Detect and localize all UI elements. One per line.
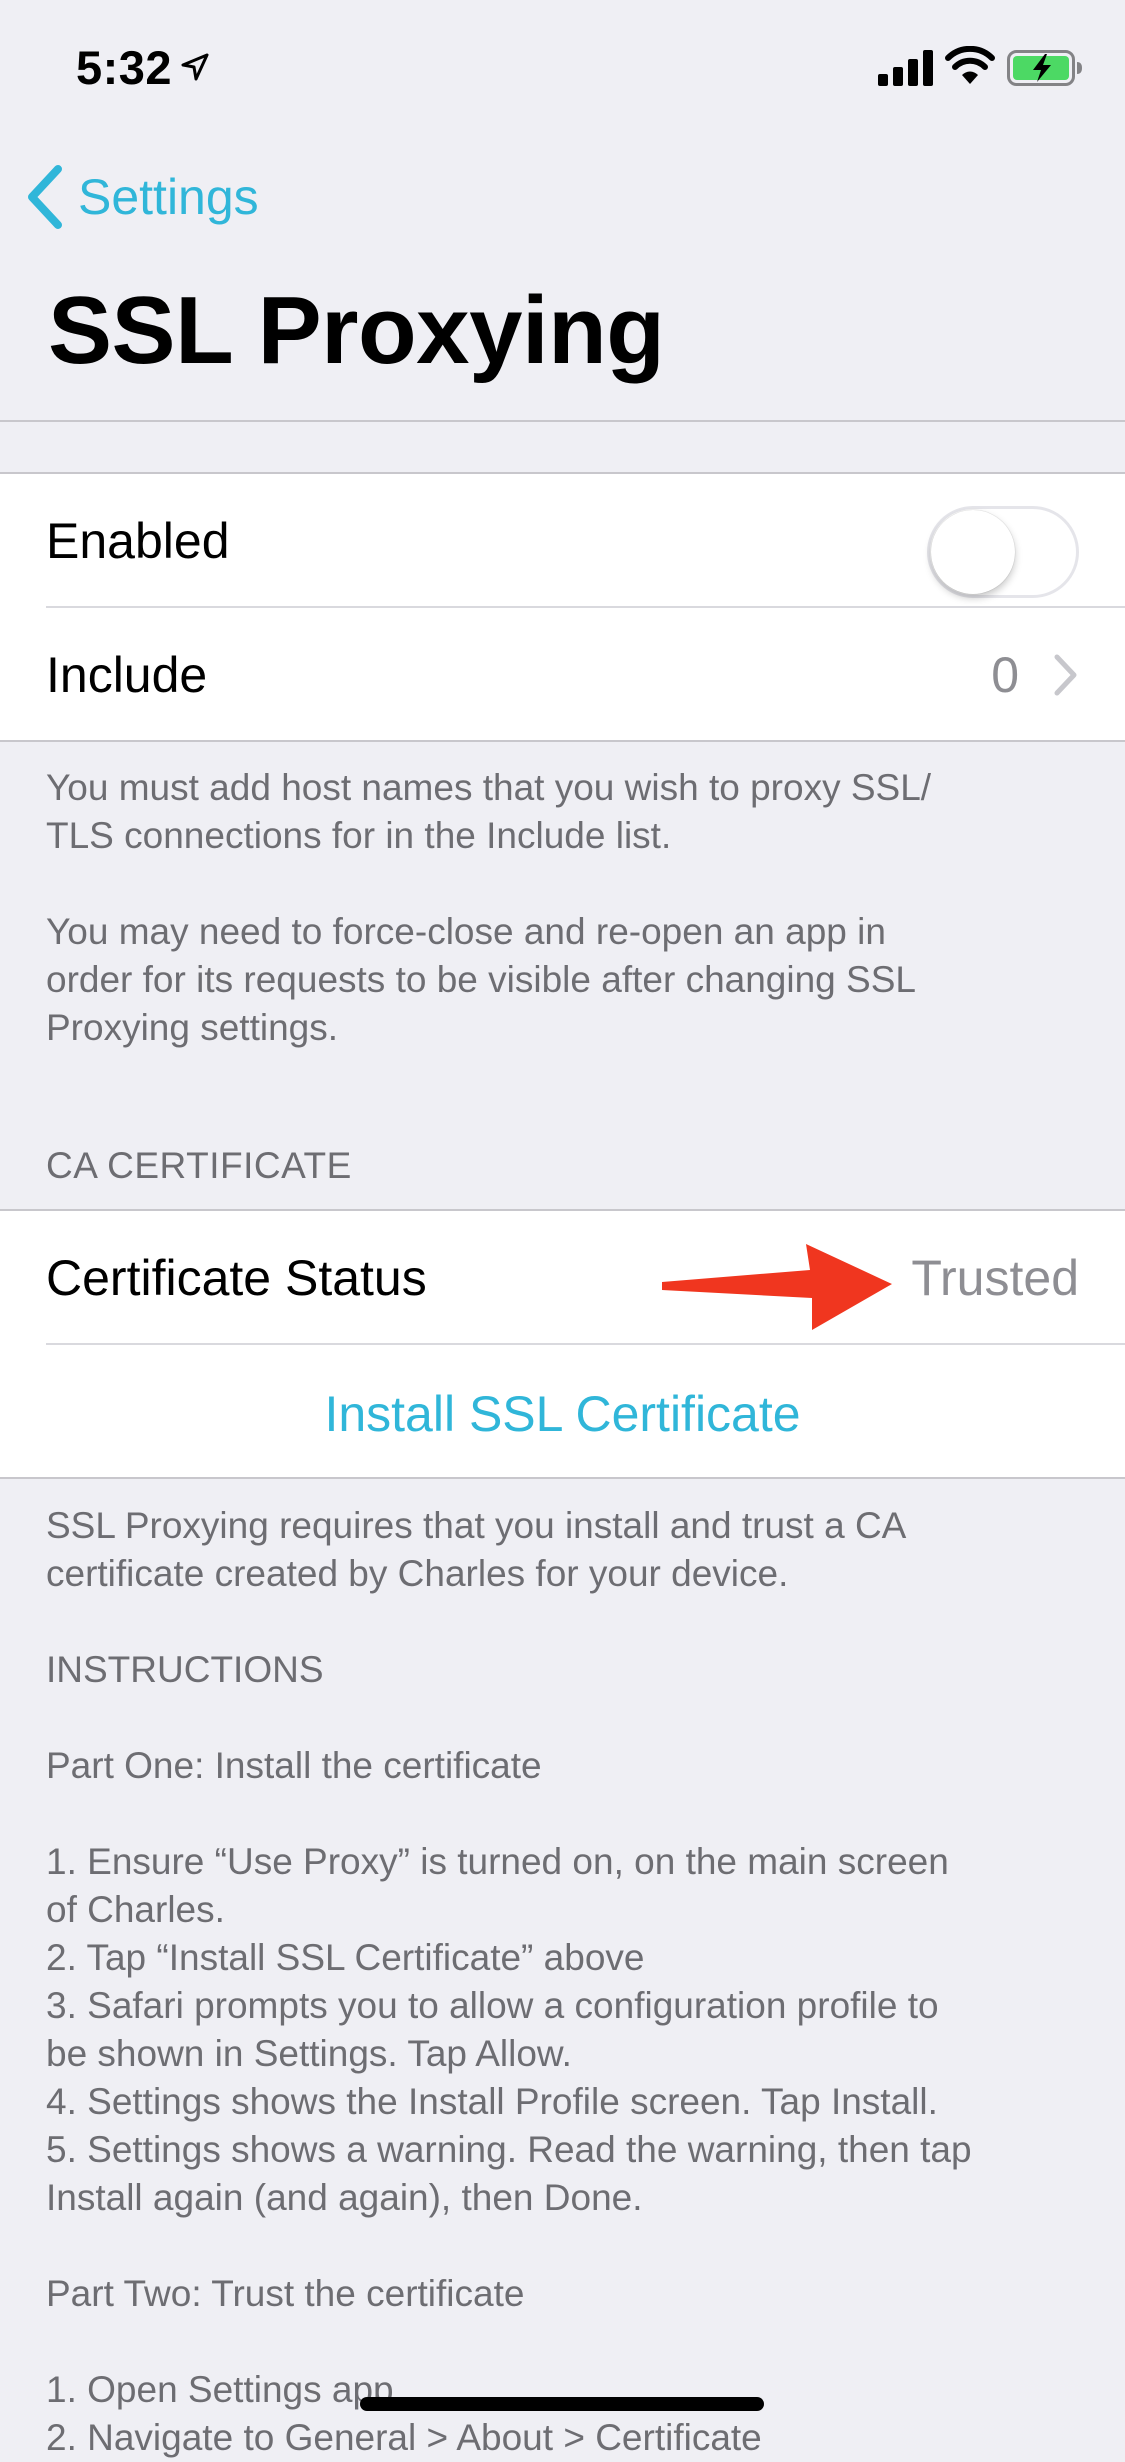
install-ssl-certificate-button[interactable]: Install SSL Certificate xyxy=(0,1385,1125,1443)
enabled-toggle[interactable] xyxy=(927,506,1079,598)
toggle-knob xyxy=(931,510,1015,594)
certificate-status-value: Trusted xyxy=(911,1250,1079,1306)
include-row[interactable]: Include 0 xyxy=(0,608,1125,742)
include-count: 0 xyxy=(991,647,1019,703)
include-label: Include xyxy=(46,647,208,703)
certificate-status-label: Certificate Status xyxy=(46,1250,427,1306)
enabled-row: Enabled xyxy=(0,472,1125,606)
home-indicator[interactable] xyxy=(360,2397,764,2411)
nav-divider xyxy=(0,420,1125,422)
group-bottom-border xyxy=(0,740,1125,742)
back-label: Settings xyxy=(78,169,259,225)
enabled-label: Enabled xyxy=(46,513,230,569)
location-arrow-icon xyxy=(181,53,209,81)
group-bottom-border xyxy=(0,1477,1125,1479)
wifi-icon xyxy=(945,46,995,84)
row-separator xyxy=(46,1343,1125,1345)
certificate-status-row: Certificate Status Trusted xyxy=(0,1209,1125,1343)
chevron-left-icon xyxy=(28,165,62,229)
signal-icon xyxy=(878,50,933,86)
chevron-right-icon xyxy=(1054,654,1077,696)
proxy-settings-group: Enabled Include 0 xyxy=(0,472,1125,742)
back-button[interactable]: Settings xyxy=(24,165,259,229)
section-header-ca-certificate: CA CERTIFICATE xyxy=(46,1145,352,1186)
status-time: 5:32 xyxy=(76,41,173,94)
red-arrow-icon xyxy=(662,1244,892,1330)
battery-charging-icon xyxy=(1007,50,1082,86)
proxy-footer-note: You must add host names that you wish to… xyxy=(46,767,932,1048)
page-title: SSL Proxying xyxy=(48,277,665,384)
instructions-footer: SSL Proxying requires that you install a… xyxy=(46,1505,972,2458)
ca-certificate-group: Certificate Status Trusted Install SSL C… xyxy=(0,1209,1125,1479)
